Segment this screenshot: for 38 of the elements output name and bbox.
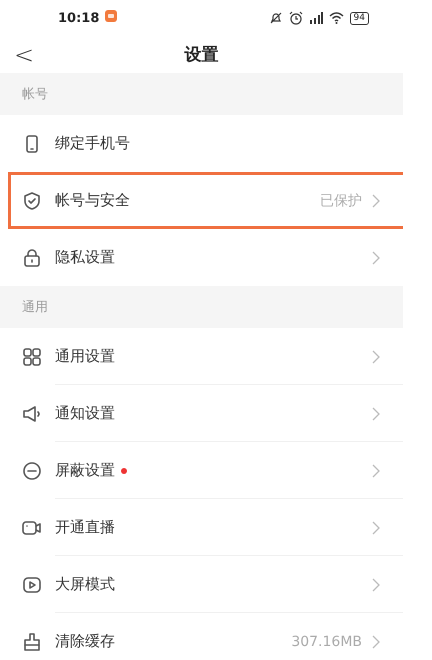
settings-row[interactable]: 绑定手机号 <box>0 115 403 172</box>
settings-row[interactable]: 隐私设置 <box>0 229 403 286</box>
row-label: 帐号与安全 <box>55 191 130 210</box>
settings-row[interactable]: 开通直播 <box>0 499 403 556</box>
page-title: 设置 <box>183 44 220 66</box>
mute-bell-icon <box>268 11 283 25</box>
play-icon <box>22 574 42 594</box>
speaker-icon <box>22 404 42 424</box>
row-value: 已保护 <box>320 192 362 210</box>
lock-icon <box>22 248 42 268</box>
settings-row[interactable]: 大屏模式 <box>0 556 403 613</box>
minus-circle-icon <box>22 460 42 480</box>
wifi-icon <box>328 12 344 24</box>
settings-row[interactable]: 清除缓存 307.16MB <box>0 613 403 660</box>
settings-row[interactable]: 屏蔽设置 <box>0 442 403 499</box>
row-label: 大屏模式 <box>55 575 115 594</box>
back-button[interactable]: < <box>14 42 34 66</box>
row-label: 隐私设置 <box>55 248 115 267</box>
row-label: 通用设置 <box>55 347 115 366</box>
app-notification-icon <box>105 10 118 22</box>
brush-icon <box>22 632 42 652</box>
row-label: 通知设置 <box>55 404 115 423</box>
row-label: 绑定手机号 <box>55 134 130 153</box>
settings-row[interactable]: 通用设置 <box>0 328 403 385</box>
shield-icon <box>22 190 42 210</box>
grid-icon <box>22 346 42 366</box>
row-label: 屏蔽设置 <box>55 461 115 480</box>
row-value: 307.16MB <box>291 634 362 650</box>
signal-icon <box>308 12 323 24</box>
section-header: 帐号 <box>0 73 403 115</box>
row-label: 清除缓存 <box>55 632 115 651</box>
battery-level: 94 <box>350 12 369 24</box>
row-label: 开通直播 <box>55 518 115 537</box>
section-header: 通用 <box>0 286 403 328</box>
settings-row[interactable]: 通知设置 <box>0 385 403 442</box>
settings-row[interactable]: 帐号与安全 已保护 <box>8 172 403 229</box>
status-time: 10:18 <box>58 10 100 26</box>
alarm-icon <box>288 11 303 25</box>
